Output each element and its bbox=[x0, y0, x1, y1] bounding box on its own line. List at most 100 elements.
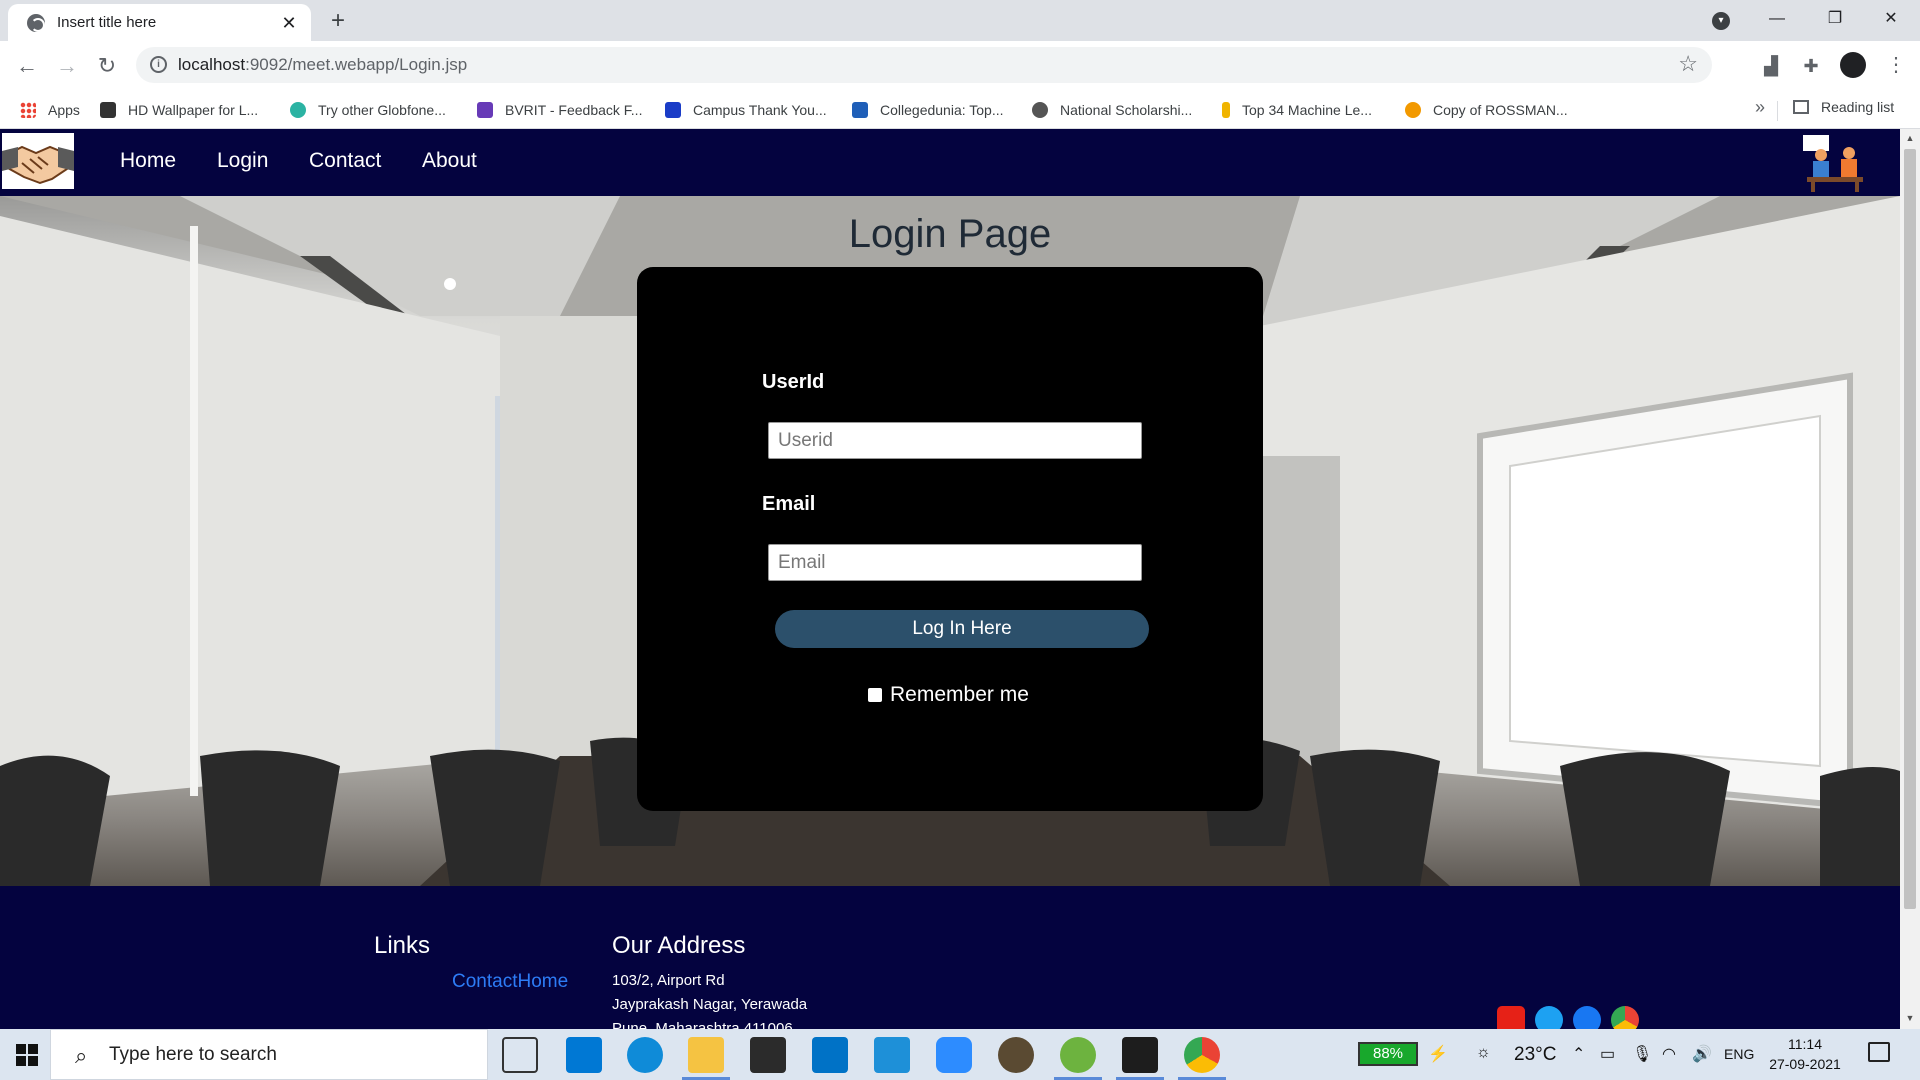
windows-taskbar: ⌕ Type here to search 88% ⚡ ☼ 23°C ⌃ ▭ 🎙… bbox=[0, 1029, 1920, 1080]
language-indicator[interactable]: ENG bbox=[1724, 1046, 1754, 1062]
spring-tools-icon[interactable] bbox=[1060, 1037, 1096, 1073]
nav-about-link[interactable]: About bbox=[422, 149, 477, 173]
hero-background: Login Page UserId Email Log In Here Reme… bbox=[0, 196, 1900, 886]
tab-title: Insert title here bbox=[57, 14, 157, 31]
chrome-icon[interactable] bbox=[1611, 1006, 1639, 1029]
menu-kebab-icon[interactable]: ⋮ bbox=[1886, 52, 1906, 77]
l-app-icon[interactable] bbox=[874, 1037, 910, 1073]
page-title: Login Page bbox=[848, 212, 1052, 256]
reading-list-icon bbox=[1793, 100, 1809, 114]
footer-address-heading: Our Address bbox=[612, 932, 746, 959]
bookmark-item[interactable]: Copy of ROSSMAN... bbox=[1405, 99, 1568, 121]
store-icon[interactable] bbox=[750, 1037, 786, 1073]
bookmark-label: National Scholarshi... bbox=[1060, 102, 1193, 118]
edge-icon[interactable] bbox=[627, 1037, 663, 1073]
site-info-icon[interactable]: i bbox=[150, 56, 167, 73]
bookmark-label: Try other Globfone... bbox=[318, 102, 446, 118]
microphone-icon[interactable]: 🎙 bbox=[1632, 1044, 1652, 1064]
reload-icon[interactable]: ↻ bbox=[92, 51, 122, 81]
volume-icon[interactable]: 🔊 bbox=[1692, 1044, 1712, 1064]
bookmark-label: Apps bbox=[48, 102, 80, 118]
forward-icon[interactable]: → bbox=[52, 51, 82, 81]
taskbar-search-placeholder: Type here to search bbox=[109, 1044, 277, 1065]
bookmark-item[interactable]: Campus Thank You... bbox=[665, 99, 827, 121]
facebook-icon[interactable] bbox=[1573, 1006, 1601, 1029]
reading-list-label: Reading list bbox=[1821, 99, 1895, 115]
performance-icon[interactable]: ▟ bbox=[1758, 53, 1784, 79]
windows-start-icon[interactable] bbox=[16, 1044, 38, 1066]
bookmarks-overflow-button[interactable]: » bbox=[1755, 97, 1765, 118]
mysql-icon[interactable] bbox=[1122, 1037, 1158, 1073]
tab-search-icon[interactable]: ▾ bbox=[1712, 12, 1730, 30]
file-explorer-icon[interactable] bbox=[688, 1037, 724, 1073]
chrome-taskbar-icon[interactable] bbox=[1184, 1037, 1220, 1073]
bookmark-item[interactable]: BVRIT - Feedback F... bbox=[477, 99, 642, 121]
browser-tab[interactable]: Insert title here ✕ bbox=[8, 4, 311, 41]
profile-avatar[interactable] bbox=[1840, 52, 1866, 78]
meet-now-icon[interactable]: ▭ bbox=[1600, 1044, 1615, 1064]
bookmark-item[interactable]: National Scholarshi... bbox=[1032, 99, 1192, 121]
address-line: Pune, Maharashtra 411006 bbox=[612, 1020, 793, 1029]
tab-close-button[interactable]: ✕ bbox=[277, 11, 301, 35]
hackerearth-icon bbox=[665, 102, 681, 118]
chevron-up-icon[interactable]: ⌃ bbox=[1572, 1044, 1585, 1064]
login-form-card: UserId Email Log In Here Remember me bbox=[637, 267, 1263, 811]
reading-list-button[interactable]: Reading list bbox=[1793, 99, 1894, 115]
restore-button[interactable]: ❐ bbox=[1806, 0, 1864, 41]
task-view-icon[interactable] bbox=[502, 1037, 538, 1073]
bookmark-star-icon[interactable]: ☆ bbox=[1678, 51, 1698, 77]
page-scrollbar[interactable]: ▲ ▼ bbox=[1900, 129, 1920, 1029]
forms-icon bbox=[477, 102, 493, 118]
address-bar[interactable]: i localhost:9092/meet.webapp/Login.jsp ☆ bbox=[136, 47, 1712, 83]
notification-center-icon[interactable] bbox=[1868, 1042, 1890, 1062]
extensions-puzzle-icon[interactable]: ✚ bbox=[1798, 53, 1824, 79]
wifi-icon[interactable]: ◠ bbox=[1662, 1044, 1676, 1064]
bookmark-item[interactable]: HD Wallpaper for L... bbox=[100, 99, 258, 121]
temperature[interactable]: 23°C bbox=[1514, 1044, 1556, 1066]
browser-tab-strip: Insert title here ✕ + ▾ — ❐ ✕ bbox=[0, 0, 1920, 41]
weather-icon[interactable]: ☼ bbox=[1476, 1044, 1491, 1062]
nav-contact-link[interactable]: Contact bbox=[309, 149, 381, 173]
new-tab-button[interactable]: + bbox=[324, 7, 352, 35]
bookmark-label: BVRIT - Feedback F... bbox=[505, 102, 643, 118]
twitter-icon[interactable] bbox=[1535, 1006, 1563, 1029]
bookmark-apps[interactable]: Apps bbox=[20, 99, 80, 121]
scrollbar-thumb[interactable] bbox=[1904, 149, 1916, 909]
nav-login-link[interactable]: Login bbox=[217, 149, 268, 173]
email-input[interactable] bbox=[768, 544, 1142, 581]
bookmark-item[interactable]: Collegedunia: Top... bbox=[852, 99, 1004, 121]
site-navbar: Home Login Contact About bbox=[0, 129, 1900, 196]
back-icon[interactable]: ← bbox=[12, 51, 42, 81]
coursera-icon bbox=[1405, 102, 1421, 118]
minimize-button[interactable]: — bbox=[1748, 0, 1806, 41]
zoom-icon[interactable] bbox=[936, 1037, 972, 1073]
url-path: :9092/meet.webapp/Login.jsp bbox=[245, 55, 468, 74]
url-text: localhost:9092/meet.webapp/Login.jsp bbox=[178, 55, 467, 75]
nav-home-link[interactable]: Home bbox=[120, 149, 176, 173]
taskbar-clock[interactable]: 11:14 27-09-2021 bbox=[1760, 1034, 1850, 1074]
eclipse-icon[interactable] bbox=[998, 1037, 1034, 1073]
remember-me-row[interactable]: Remember me bbox=[868, 683, 1029, 707]
scroll-down-arrow-icon[interactable]: ▼ bbox=[1904, 1013, 1916, 1023]
mail-icon[interactable] bbox=[812, 1037, 848, 1073]
scroll-up-arrow-icon[interactable]: ▲ bbox=[1904, 133, 1916, 143]
taskbar-search-box[interactable]: ⌕ Type here to search bbox=[50, 1029, 488, 1080]
footer-contacthome-link[interactable]: ContactHome bbox=[452, 971, 568, 993]
login-submit-button[interactable]: Log In Here bbox=[775, 610, 1149, 648]
plug-icon: ⚡ bbox=[1428, 1046, 1448, 1063]
handshake-logo-icon[interactable] bbox=[2, 133, 74, 189]
youtube-icon[interactable] bbox=[1497, 1006, 1525, 1029]
close-window-button[interactable]: ✕ bbox=[1862, 0, 1920, 41]
cortana-icon[interactable] bbox=[566, 1037, 602, 1073]
remember-me-checkbox[interactable] bbox=[868, 688, 882, 702]
bookmark-item[interactable]: Try other Globfone... bbox=[290, 99, 446, 121]
bookmark-label: HD Wallpaper for L... bbox=[128, 102, 259, 118]
chart-bars-icon bbox=[1222, 102, 1230, 118]
site-footer: Links ContactHome Our Address 103/2, Air… bbox=[0, 886, 1900, 1029]
battery-indicator[interactable]: 88% bbox=[1358, 1042, 1418, 1066]
address-line: 103/2, Airport Rd bbox=[612, 972, 725, 989]
bookmark-label: Campus Thank You... bbox=[693, 102, 827, 118]
apps-grid-icon bbox=[20, 102, 36, 118]
bookmark-item[interactable]: Top 34 Machine Le... bbox=[1222, 99, 1372, 121]
userid-input[interactable] bbox=[768, 422, 1142, 459]
